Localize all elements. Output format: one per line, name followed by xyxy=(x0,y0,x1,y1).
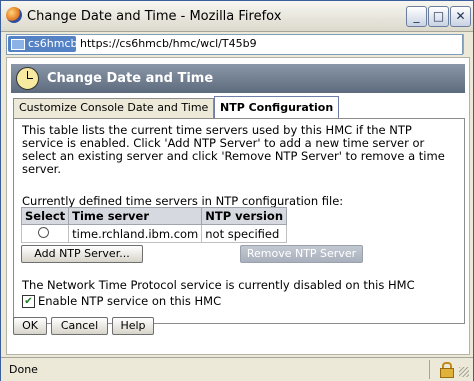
resize-grip[interactable] xyxy=(459,367,469,377)
status-divider xyxy=(429,360,430,379)
add-ntp-server-button[interactable]: Add NTP Server... xyxy=(21,245,143,263)
lock-icon[interactable] xyxy=(440,362,454,378)
table-row[interactable]: time.rchland.ibm.com not specified xyxy=(20,224,288,243)
minimize-button[interactable]: _ xyxy=(406,6,427,27)
time-server-cell: time.rchland.ibm.com xyxy=(68,224,203,243)
url-text[interactable]: https://cs6hmcb/hmc/wcl/T45b9 xyxy=(80,37,257,50)
clock-icon xyxy=(16,67,39,90)
address-scroll-handle xyxy=(463,34,472,54)
ntp-version-cell: not specified xyxy=(201,224,288,243)
page-title: Change Date and Time xyxy=(47,71,214,86)
ntp-service-status: The Network Time Protocol service is cur… xyxy=(22,278,415,292)
site-identity-badge[interactable]: cs6hmcb xyxy=(8,36,78,52)
ntp-panel: This table lists the current time server… xyxy=(13,118,465,324)
column-header-ntp-version: NTP version xyxy=(201,207,288,225)
computer-icon xyxy=(11,39,25,50)
status-bar: Done xyxy=(1,357,473,381)
description-text: This table lists the current time server… xyxy=(22,123,445,176)
browser-window: Change Date and Time - Mozilla Firefox _… xyxy=(0,0,474,381)
window-title: Change Date and Time - Mozilla Firefox xyxy=(27,9,282,24)
column-header-time-server: Time server xyxy=(68,207,203,225)
enable-ntp-checkbox[interactable]: ✔ xyxy=(22,295,35,308)
status-text: Done xyxy=(9,363,38,376)
address-bar[interactable]: cs6hmcb https://cs6hmcb/hmc/wcl/T45b9 xyxy=(6,34,463,55)
tab-ntp-configuration[interactable]: NTP Configuration xyxy=(214,96,340,119)
select-cell xyxy=(20,224,70,243)
help-button[interactable]: Help xyxy=(112,317,154,335)
firefox-icon xyxy=(6,7,22,23)
close-button[interactable]: ✕ xyxy=(450,6,471,27)
page-content: Change Date and Time Customize Console D… xyxy=(6,57,470,355)
title-bar: Change Date and Time - Mozilla Firefox _… xyxy=(1,1,473,32)
tab-customize-console-date-time[interactable]: Customize Console Date and Time xyxy=(13,98,215,118)
time-server-table: Select Time server NTP version time.rchl… xyxy=(20,207,288,243)
page-header: Change Date and Time xyxy=(11,64,465,93)
select-radio[interactable] xyxy=(38,226,49,238)
ok-button[interactable]: OK xyxy=(13,317,47,335)
cancel-button[interactable]: Cancel xyxy=(51,317,108,335)
site-label: cs6hmcb xyxy=(28,37,78,50)
remove-ntp-server-button[interactable]: Remove NTP Server xyxy=(240,245,363,263)
maximize-button[interactable]: □ xyxy=(428,6,449,27)
table-caption: Currently defined time servers in NTP co… xyxy=(22,194,344,208)
enable-ntp-label[interactable]: Enable NTP service on this HMC xyxy=(38,294,221,308)
column-header-select: Select xyxy=(20,207,70,225)
